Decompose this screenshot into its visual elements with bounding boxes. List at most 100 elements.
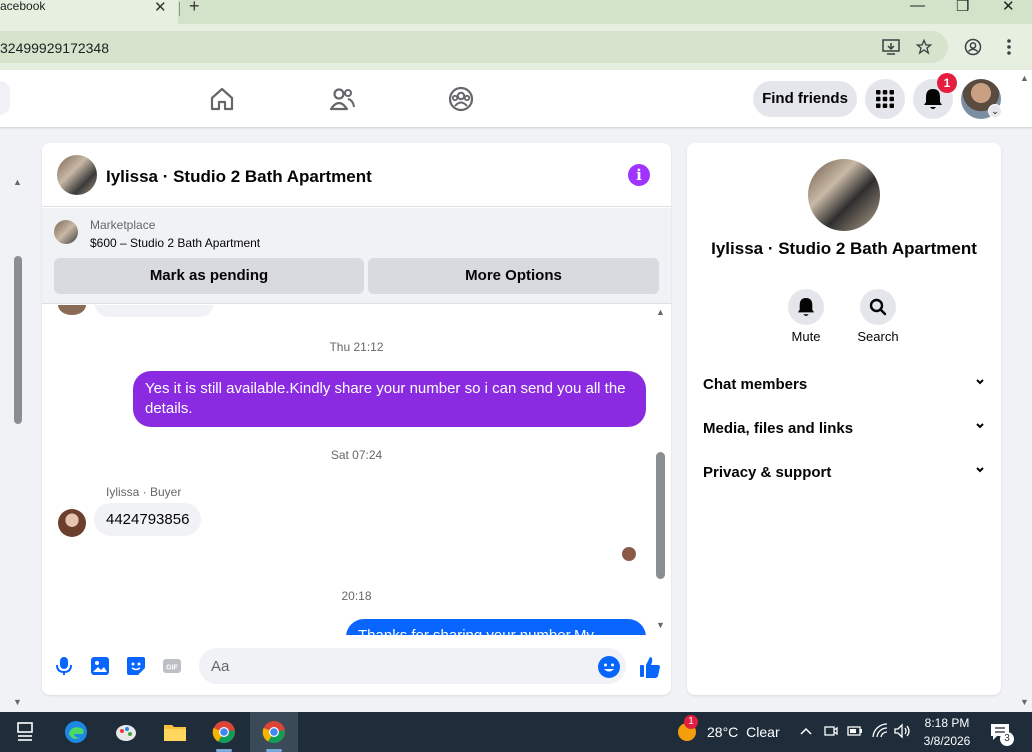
weather-badge: 1 xyxy=(684,715,698,729)
like-thumb-icon[interactable] xyxy=(639,656,661,678)
profile-icon[interactable] xyxy=(964,38,982,56)
search-label: Search xyxy=(857,329,899,344)
conversation-name: Iylissa · Studio 2 Bath Apartment xyxy=(711,239,977,258)
message-timestamp: Sat 07:24 xyxy=(330,448,383,462)
scroll-down-arrow-icon[interactable]: ▼ xyxy=(13,697,22,707)
section-chat-members[interactable]: Chat members xyxy=(703,376,985,393)
mark-as-pending-button[interactable]: Mark as pending xyxy=(54,258,364,294)
chevron-up-icon[interactable] xyxy=(799,725,813,737)
volume-icon[interactable] xyxy=(893,723,911,739)
chevron-down-icon xyxy=(976,423,984,429)
chrome-profile-icon xyxy=(262,721,285,744)
seen-indicator-avatar xyxy=(622,547,636,561)
chevron-down-icon xyxy=(976,379,984,385)
groups-icon[interactable] xyxy=(447,85,475,113)
clock-date[interactable]: 3/8/2026 xyxy=(920,734,974,748)
address-bar[interactable]: 32499929172348 xyxy=(0,31,948,63)
bookmark-star-icon[interactable] xyxy=(916,39,932,55)
marketplace-label: Marketplace xyxy=(90,218,156,232)
browser-toolbar: 32499929172348 xyxy=(0,24,1032,70)
clock-time[interactable]: 8:18 PM xyxy=(920,716,974,730)
section-media-files-links[interactable]: Media, files and links xyxy=(703,420,985,437)
file-explorer-icon[interactable] xyxy=(163,720,187,744)
tab-separator xyxy=(179,2,180,16)
battery-icon[interactable] xyxy=(847,725,863,737)
outgoing-message[interactable]: Yes it is still available.Kindly share y… xyxy=(133,371,646,427)
bell-icon xyxy=(924,89,942,109)
marketplace-banner: Marketplace $600 – Studio 2 Bath Apartme… xyxy=(42,208,671,304)
wifi-icon[interactable] xyxy=(872,723,888,739)
more-options-button[interactable]: More Options xyxy=(368,258,659,294)
chat-avatar[interactable] xyxy=(57,155,97,195)
search-button[interactable] xyxy=(860,289,896,325)
paint-app-icon[interactable] xyxy=(114,720,138,744)
outgoing-message[interactable]: Thanks for sharing your number.My xyxy=(346,619,646,635)
notification-count-badge: 3 xyxy=(1000,732,1014,746)
edge-browser-icon[interactable] xyxy=(64,720,88,744)
section-label: Media, files and links xyxy=(703,420,854,437)
window-close-button[interactable]: ✕ xyxy=(1002,0,1015,15)
task-view-icon[interactable] xyxy=(14,720,38,744)
emoji-icon[interactable] xyxy=(598,656,620,678)
section-label: Chat members xyxy=(703,376,808,393)
browser-tab[interactable]: acebook ✕ xyxy=(0,0,178,24)
conversation-avatar[interactable] xyxy=(808,159,880,231)
notification-badge: 1 xyxy=(937,73,957,93)
page-scrollbar-thumb[interactable] xyxy=(14,256,22,424)
page-scroll-down-icon[interactable]: ▼ xyxy=(1020,697,1029,707)
message-timestamp: 20:18 xyxy=(341,589,372,603)
chevron-down-icon[interactable]: ⌄ xyxy=(988,104,1002,118)
url-text: 32499929172348 xyxy=(0,40,110,56)
sender-avatar xyxy=(58,305,86,315)
install-app-icon[interactable] xyxy=(882,39,900,55)
chat-panel: Iylissa · Studio 2 Bath Apartment i Mark… xyxy=(42,143,671,695)
window-maximize-button[interactable]: ❐ xyxy=(956,0,969,15)
section-label: Privacy & support xyxy=(703,464,832,481)
photo-icon[interactable] xyxy=(90,656,110,676)
section-privacy-support[interactable]: Privacy & support xyxy=(703,464,985,481)
windows-taskbar: 1 28°C Clear 8:18 PM 3/8/2026 3 xyxy=(0,712,1032,752)
sticker-icon[interactable] xyxy=(126,656,146,676)
friends-icon[interactable] xyxy=(328,85,356,113)
gif-icon[interactable]: GIF xyxy=(162,656,182,676)
mute-label: Mute xyxy=(791,329,821,344)
bell-icon xyxy=(797,298,815,316)
message-bubble-previous[interactable] xyxy=(94,305,214,317)
scroll-up-arrow-icon[interactable]: ▲ xyxy=(13,177,22,187)
sender-label: Iylissa · Buyer xyxy=(106,485,182,499)
menu-grid-icon xyxy=(876,90,894,108)
listing-thumbnail[interactable] xyxy=(54,220,78,244)
chat-title[interactable]: Iylissa · Studio 2 Bath Apartment xyxy=(106,167,372,187)
microphone-icon[interactable] xyxy=(54,656,74,676)
tab-close-icon[interactable]: ✕ xyxy=(154,0,167,16)
message-input[interactable] xyxy=(199,648,626,684)
message-scroll-down-icon[interactable]: ▼ xyxy=(656,620,665,630)
chat-header: Iylissa · Studio 2 Bath Apartment i xyxy=(42,143,671,207)
conversation-details-panel: Iylissa · Studio 2 Bath Apartment Mute S… xyxy=(687,143,1001,695)
search-box-edge[interactable] xyxy=(0,81,10,115)
incoming-message[interactable]: 4424793856 xyxy=(94,503,202,536)
chrome-icon[interactable] xyxy=(212,720,236,744)
weather-temp: 28°C xyxy=(707,724,739,740)
listing-price-title[interactable]: $600 – Studio 2 Bath Apartment xyxy=(90,236,260,250)
info-icon[interactable]: i xyxy=(628,164,650,186)
mute-button[interactable] xyxy=(788,289,824,325)
active-taskbar-item[interactable] xyxy=(250,712,298,752)
message-scroll-up-icon[interactable]: ▲ xyxy=(656,307,665,317)
browser-menu-icon[interactable] xyxy=(1004,38,1014,56)
svg-text:GIF: GIF xyxy=(166,665,178,672)
message-timestamp: Thu 21:12 xyxy=(329,340,384,354)
tab-title: acebook xyxy=(0,0,46,13)
new-tab-button[interactable]: + xyxy=(189,0,200,17)
find-friends-button[interactable]: Find friends xyxy=(753,81,857,117)
home-icon[interactable] xyxy=(208,85,236,113)
chevron-down-icon xyxy=(976,467,984,473)
buyer-avatar[interactable] xyxy=(58,509,86,537)
facebook-top-nav: Find friends 1 ⌄ xyxy=(0,70,1032,127)
message-scrollbar-thumb[interactable] xyxy=(656,452,665,579)
page-scroll-up-icon[interactable]: ▲ xyxy=(1020,73,1029,83)
meet-now-icon[interactable] xyxy=(824,724,838,738)
menu-button[interactable] xyxy=(865,79,905,119)
window-minimize-button[interactable]: — xyxy=(910,0,925,14)
weather-temperature[interactable]: 28°C Clear xyxy=(707,724,780,740)
